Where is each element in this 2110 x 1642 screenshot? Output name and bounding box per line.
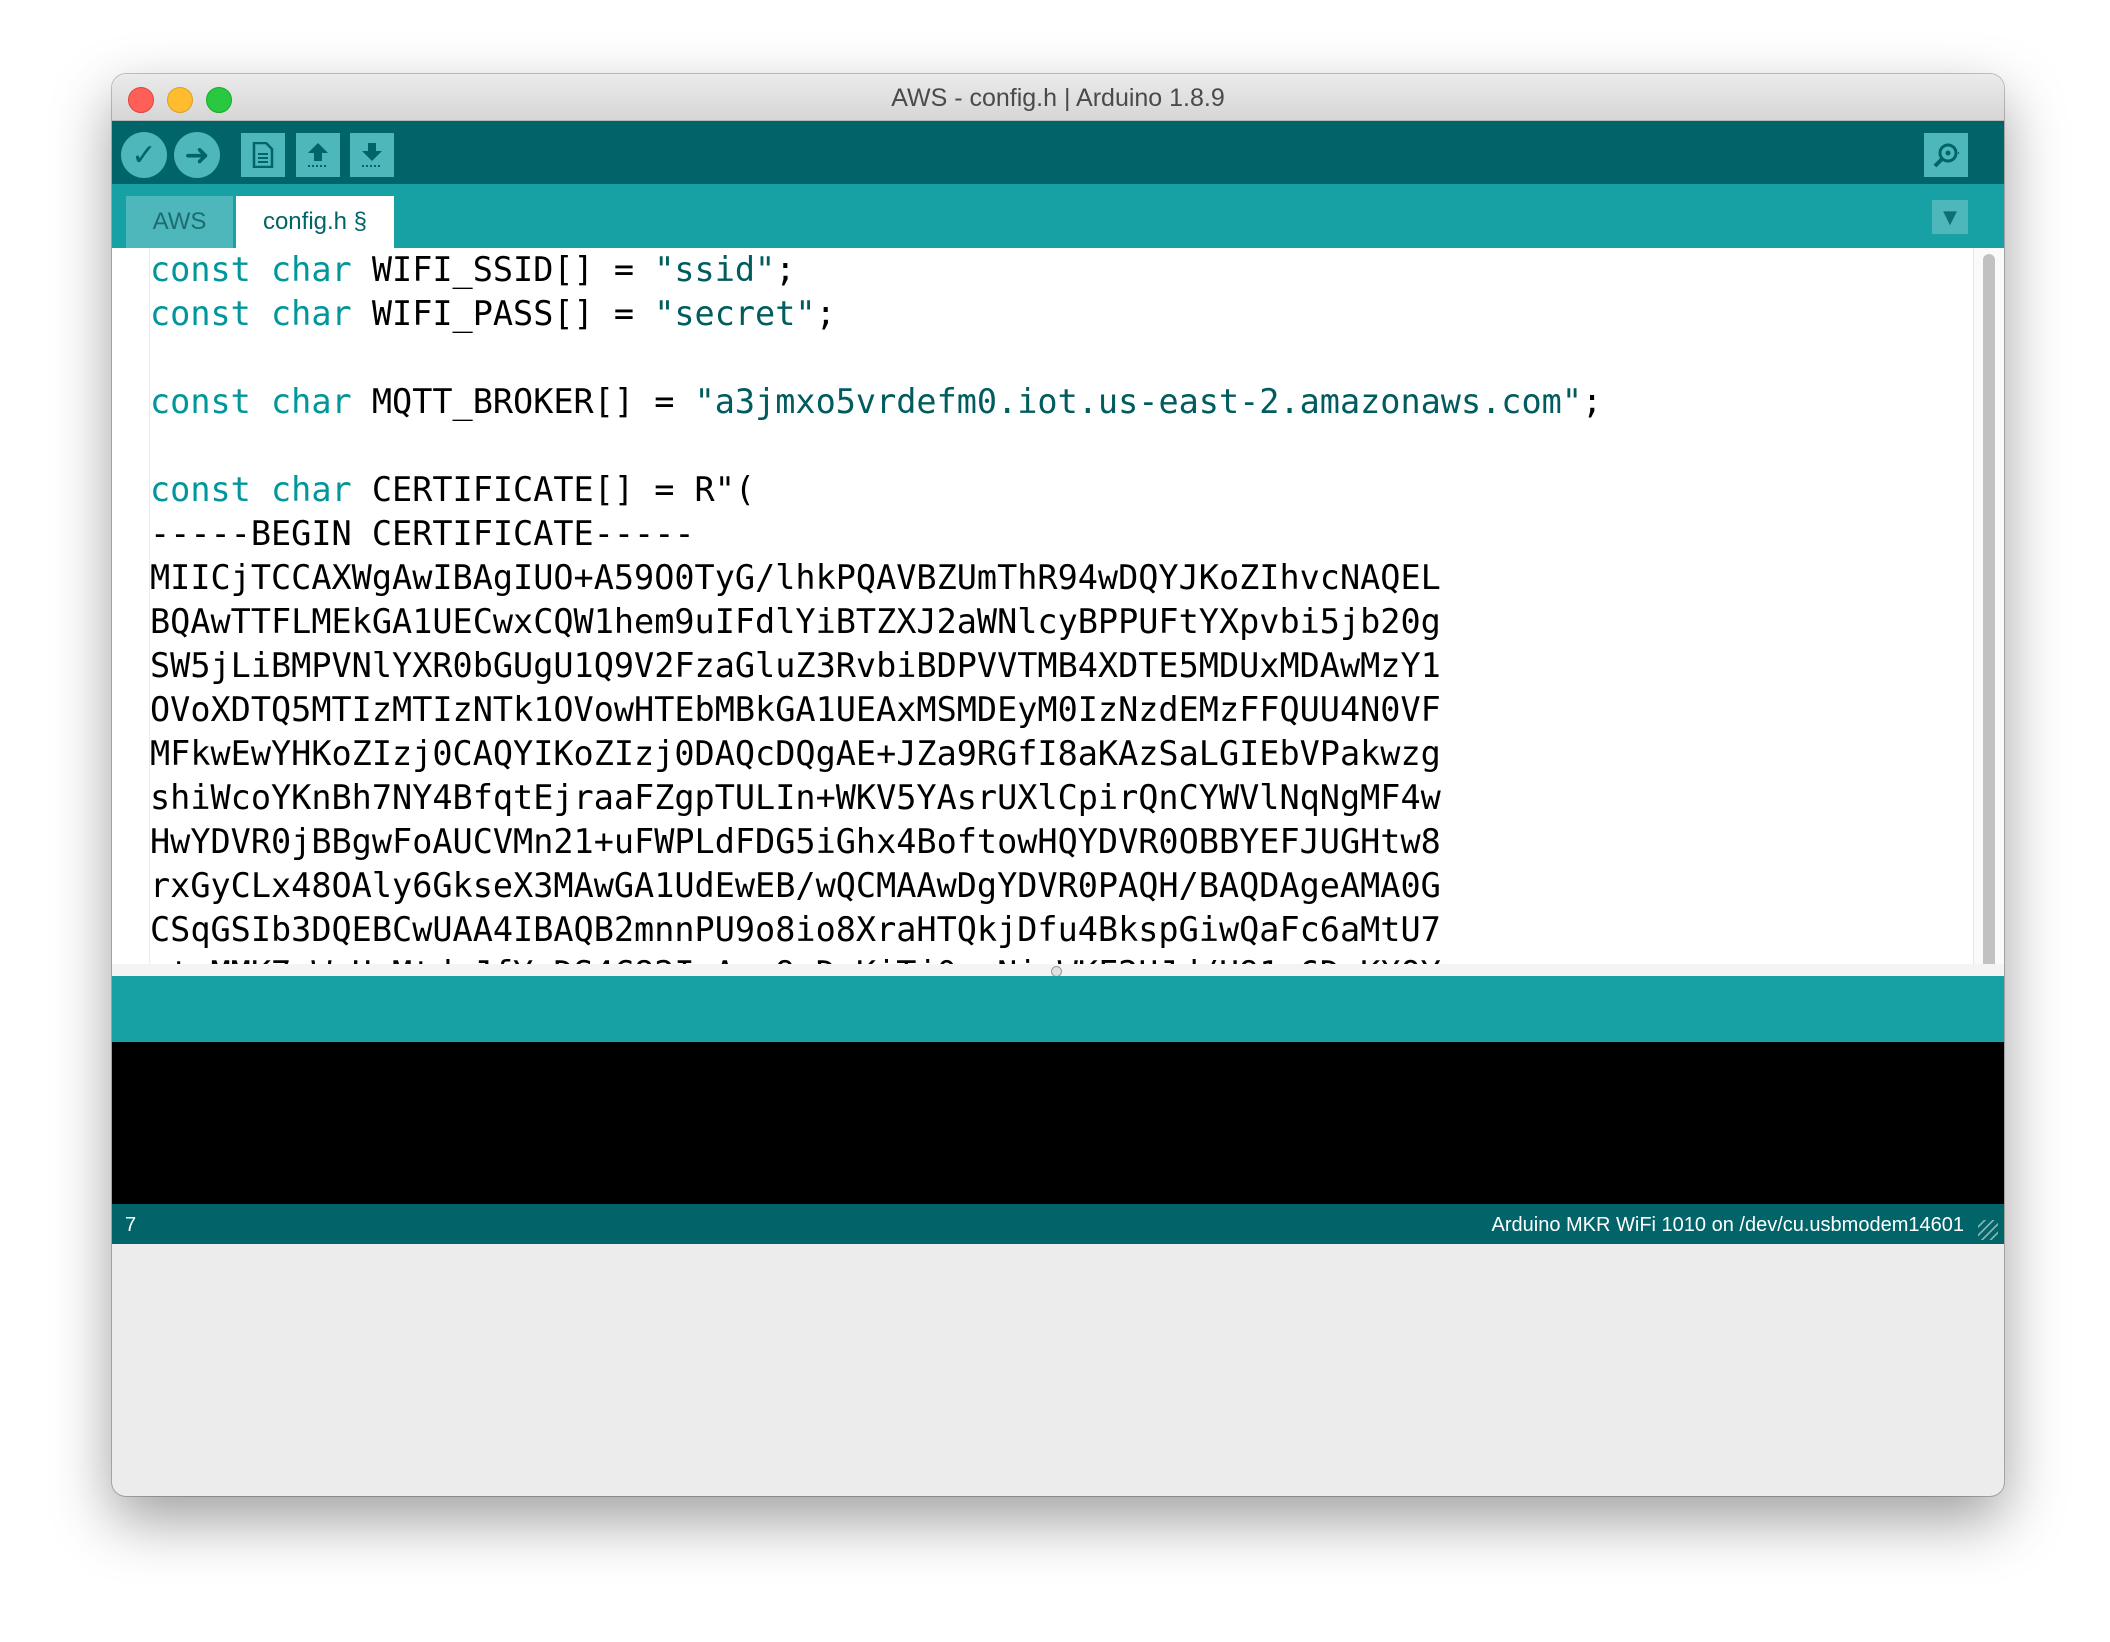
serial-monitor-button[interactable] <box>1924 133 1968 177</box>
resize-grip-icon[interactable] <box>1978 1220 1998 1240</box>
arrow-right-icon: ➜ <box>184 137 210 173</box>
code-token-rest: MIICjTCCAXWgAwIBAgIUO+A59O0TyG/lhkPQAVBZ… <box>150 558 1441 597</box>
code-line[interactable] <box>150 424 1602 468</box>
new-sketch-button[interactable] <box>241 133 285 177</box>
save-sketch-button[interactable] <box>350 133 394 177</box>
code-token-rest: -----BEGIN CERTIFICATE----- <box>150 514 695 553</box>
code-token-rest: OVoXDTQ5MTIzMTIzNTk1OVowHTEbMBkGA1UEAxMS… <box>150 690 1441 729</box>
code-line[interactable]: MFkwEwYHKoZIzj0CAQYIKoZIzj0DAQcDQgAE+JZa… <box>150 732 1602 776</box>
code-token-str: "ssid" <box>654 250 776 289</box>
message-status-bar <box>112 976 2004 1042</box>
tabs-bar: AWS config.h § ▼ <box>112 184 2004 248</box>
code-editor[interactable]: const char WIFI_SSID[] = "ssid"; const ch… <box>112 248 2004 964</box>
code-token-tail: ; <box>1582 382 1603 421</box>
tab-menu-button[interactable]: ▼ <box>1932 200 1968 234</box>
code-token-rest: CERTIFICATE[] = R"( <box>351 470 756 509</box>
editor-scrollbar[interactable] <box>1973 248 2004 964</box>
code-token-rest: CSqGSIb3DQEBCwUAA4IBAQB2mnnPU9o8io8XraHT… <box>150 910 1441 949</box>
code-token-kw: const char <box>150 470 352 509</box>
code-line[interactable]: OVoXDTQ5MTIzMTIzNTk1OVowHTEbMBkGA1UEAxMS… <box>150 688 1602 732</box>
code-token-rest: SW5jLiBMPVNlYXR0bGUgU1Q9V2FzaGluZ3RvbiBD… <box>150 646 1441 685</box>
open-sketch-button[interactable] <box>296 133 340 177</box>
tab-aws[interactable]: AWS <box>126 196 233 248</box>
code-line[interactable]: const char CERTIFICATE[] = R"( <box>150 468 1602 512</box>
code-token-kw: const char <box>150 382 352 421</box>
code-token-str: "secret" <box>654 294 816 333</box>
code-token-rest: gtvMMK7cWnUwMtdvJfYnDS4C82ImAep9nDxKiTj0… <box>150 954 1441 964</box>
code-line[interactable]: shiWcoYKnBh7NY4BfqtEjraaFZgpTULIn+WKV5YA… <box>150 776 1602 820</box>
code-line[interactable]: CSqGSIb3DQEBCwUAA4IBAQB2mnnPU9o8io8XraHT… <box>150 908 1602 952</box>
code-line[interactable]: SW5jLiBMPVNlYXR0bGUgU1Q9V2FzaGluZ3RvbiBD… <box>150 644 1602 688</box>
code-token-rest: HwYDVR0jBBgwFoAUCVMn21+uFWPLdFDG5iGhx4Bo… <box>150 822 1441 861</box>
serial-monitor-magnifier-icon <box>1933 143 1960 168</box>
open-arrow-up-icon <box>308 143 328 167</box>
code-line[interactable] <box>150 336 1602 380</box>
code-token-str: "a3jmxo5vrdefm0.iot.us-east-2.amazonaws.… <box>694 382 1582 421</box>
code-line[interactable]: const char WIFI_SSID[] = "ssid"; <box>150 248 1602 292</box>
code-token-rest: rxGyCLx48OAly6GkseX3MAwGA1UdEwEB/wQCMAAw… <box>150 866 1441 905</box>
arduino-ide-window: AWS - config.h | Arduino 1.8.9 ✓ ➜ AWS c… <box>112 74 2004 1496</box>
upload-button[interactable]: ➜ <box>174 132 220 178</box>
verify-button[interactable]: ✓ <box>121 132 167 178</box>
new-file-icon <box>252 142 274 168</box>
toolbar: ✓ ➜ <box>112 121 2004 184</box>
code-token-kw: const char <box>150 250 352 289</box>
window-title: AWS - config.h | Arduino 1.8.9 <box>891 84 1225 112</box>
line-number: 7 <box>125 1214 137 1236</box>
code-token-rest: WIFI_SSID[] = <box>351 250 655 289</box>
code-token-rest: WIFI_PASS[] = <box>351 294 655 333</box>
code-line[interactable]: gtvMMK7cWnUwMtdvJfYnDS4C82ImAep9nDxKiTj0… <box>150 952 1602 964</box>
console-output[interactable] <box>112 1042 2004 1204</box>
code-token-rest: MFkwEwYHKoZIzj0CAQYIKoZIzj0DAQcDQgAE+JZa… <box>150 734 1441 773</box>
code-line[interactable]: rxGyCLx48OAly6GkseX3MAwGA1UdEwEB/wQCMAAw… <box>150 864 1602 908</box>
code-line[interactable]: BQAwTTFLMEkGA1UECwxCQW1hem9uIFdlYiBTZXJ2… <box>150 600 1602 644</box>
code-line[interactable]: MIICjTCCAXWgAwIBAgIUO+A59O0TyG/lhkPQAVBZ… <box>150 556 1602 600</box>
code-token-rest: MQTT_BROKER[] = <box>351 382 695 421</box>
footer-status-bar: 7 Arduino MKR WiFi 1010 on /dev/cu.usbmo… <box>112 1204 2004 1244</box>
code-line[interactable]: const char WIFI_PASS[] = "secret"; <box>150 292 1602 336</box>
code-token-rest: shiWcoYKnBh7NY4BfqtEjraaFZgpTULIn+WKV5YA… <box>150 778 1441 817</box>
code-text[interactable]: const char WIFI_SSID[] = "ssid"; const ch… <box>150 248 1602 964</box>
code-line[interactable]: const char MQTT_BROKER[] = "a3jmxo5vrdef… <box>150 380 1602 424</box>
triangle-down-icon: ▼ <box>1943 206 1957 228</box>
code-token-rest: BQAwTTFLMEkGA1UECwxCQW1hem9uIFdlYiBTZXJ2… <box>150 602 1441 641</box>
code-line[interactable]: HwYDVR0jBBgwFoAUCVMn21+uFWPLdFDG5iGhx4Bo… <box>150 820 1602 864</box>
code-token-kw: const char <box>150 294 352 333</box>
split-pane-divider[interactable] <box>112 964 2004 977</box>
code-token-tail: ; <box>775 250 796 289</box>
title-bar[interactable]: AWS - config.h | Arduino 1.8.9 <box>112 74 2004 121</box>
editor-scroll-thumb[interactable] <box>1983 254 1995 964</box>
save-arrow-down-icon <box>362 143 382 167</box>
tab-config-h[interactable]: config.h § <box>236 196 394 248</box>
code-token-tail: ; <box>815 294 836 333</box>
code-line[interactable]: -----BEGIN CERTIFICATE----- <box>150 512 1602 556</box>
board-port-info: Arduino MKR WiFi 1010 on /dev/cu.usbmode… <box>1491 1214 1964 1236</box>
checkmark-icon: ✓ <box>131 137 157 173</box>
